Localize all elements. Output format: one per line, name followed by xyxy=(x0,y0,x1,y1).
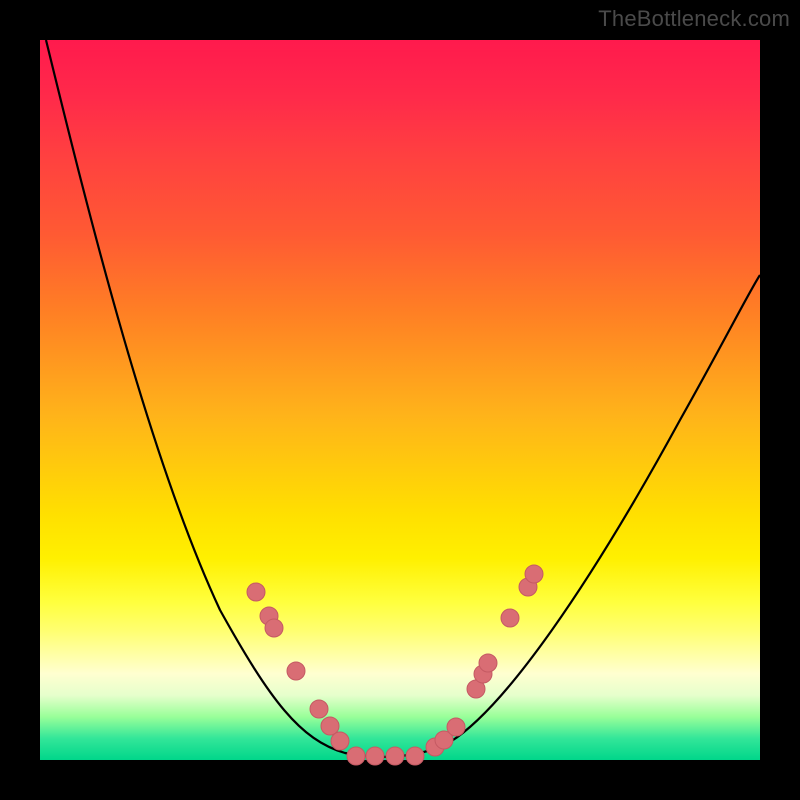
curve-marker xyxy=(386,747,404,765)
plot-area xyxy=(40,40,760,760)
curve-marker xyxy=(347,747,365,765)
chart-svg xyxy=(40,40,760,760)
curve-marker xyxy=(406,747,424,765)
curve-marker xyxy=(479,654,497,672)
watermark-text: TheBottleneck.com xyxy=(598,6,790,32)
curve-marker xyxy=(366,747,384,765)
curve-marker xyxy=(287,662,305,680)
curve-marker xyxy=(525,565,543,583)
chart-frame: TheBottleneck.com xyxy=(0,0,800,800)
curve-marker xyxy=(331,732,349,750)
curve-marker xyxy=(501,609,519,627)
marker-group xyxy=(247,565,543,765)
curve-marker xyxy=(247,583,265,601)
curve-marker xyxy=(447,718,465,736)
bottleneck-curve xyxy=(46,40,760,757)
curve-marker xyxy=(310,700,328,718)
curve-marker xyxy=(265,619,283,637)
